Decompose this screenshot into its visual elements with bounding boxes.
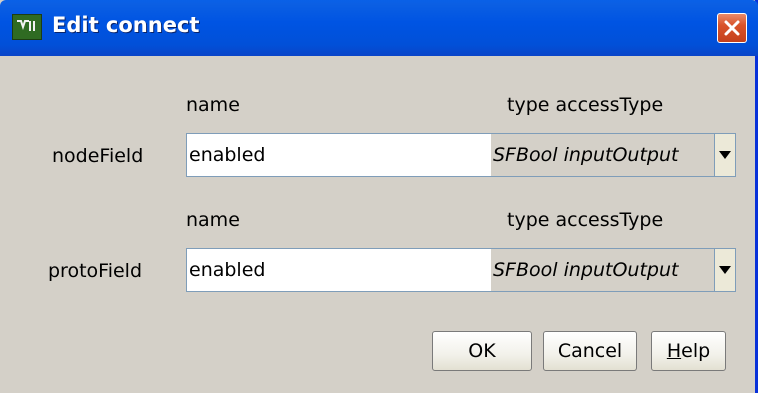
ok-button[interactable]: OK [432,331,532,371]
node-type-display: SFBool inputOutput [491,133,714,177]
node-type-header: type accessType [507,94,664,116]
node-name-field[interactable]: enabled [186,133,492,177]
help-button-mnemonic: H [666,340,682,362]
close-button[interactable] [717,13,747,43]
close-icon [724,20,740,36]
chevron-down-icon [719,266,731,274]
proto-type-value: SFBool inputOutput [493,259,679,281]
chevron-down-icon [719,151,731,159]
proto-type-header: type accessType [507,209,664,231]
node-name-header: name [186,94,240,116]
proto-name-field[interactable]: enabled [186,248,492,292]
vrml-editor-icon [12,14,42,40]
proto-type-display: SFBool inputOutput [491,248,714,292]
node-type-value: SFBool inputOutput [493,144,679,166]
proto-field-label: protoField [48,260,143,282]
help-button-label: elp [681,340,711,362]
proto-type-dropdown-button[interactable] [714,248,736,292]
title-bar[interactable]: Edit connect [0,0,758,56]
node-name-value: enabled [189,144,266,166]
help-button[interactable]: Help [651,331,726,371]
node-field-label: nodeField [52,145,144,167]
edit-connect-dialog: Edit connect name type accessType nodeFi… [0,0,758,393]
proto-name-value: enabled [189,259,266,281]
proto-name-header: name [186,209,240,231]
node-type-dropdown-button[interactable] [714,133,736,177]
cancel-button[interactable]: Cancel [543,331,637,371]
window-title: Edit connect [52,13,200,37]
ok-button-label: OK [468,340,496,362]
cancel-button-label: Cancel [557,340,623,362]
